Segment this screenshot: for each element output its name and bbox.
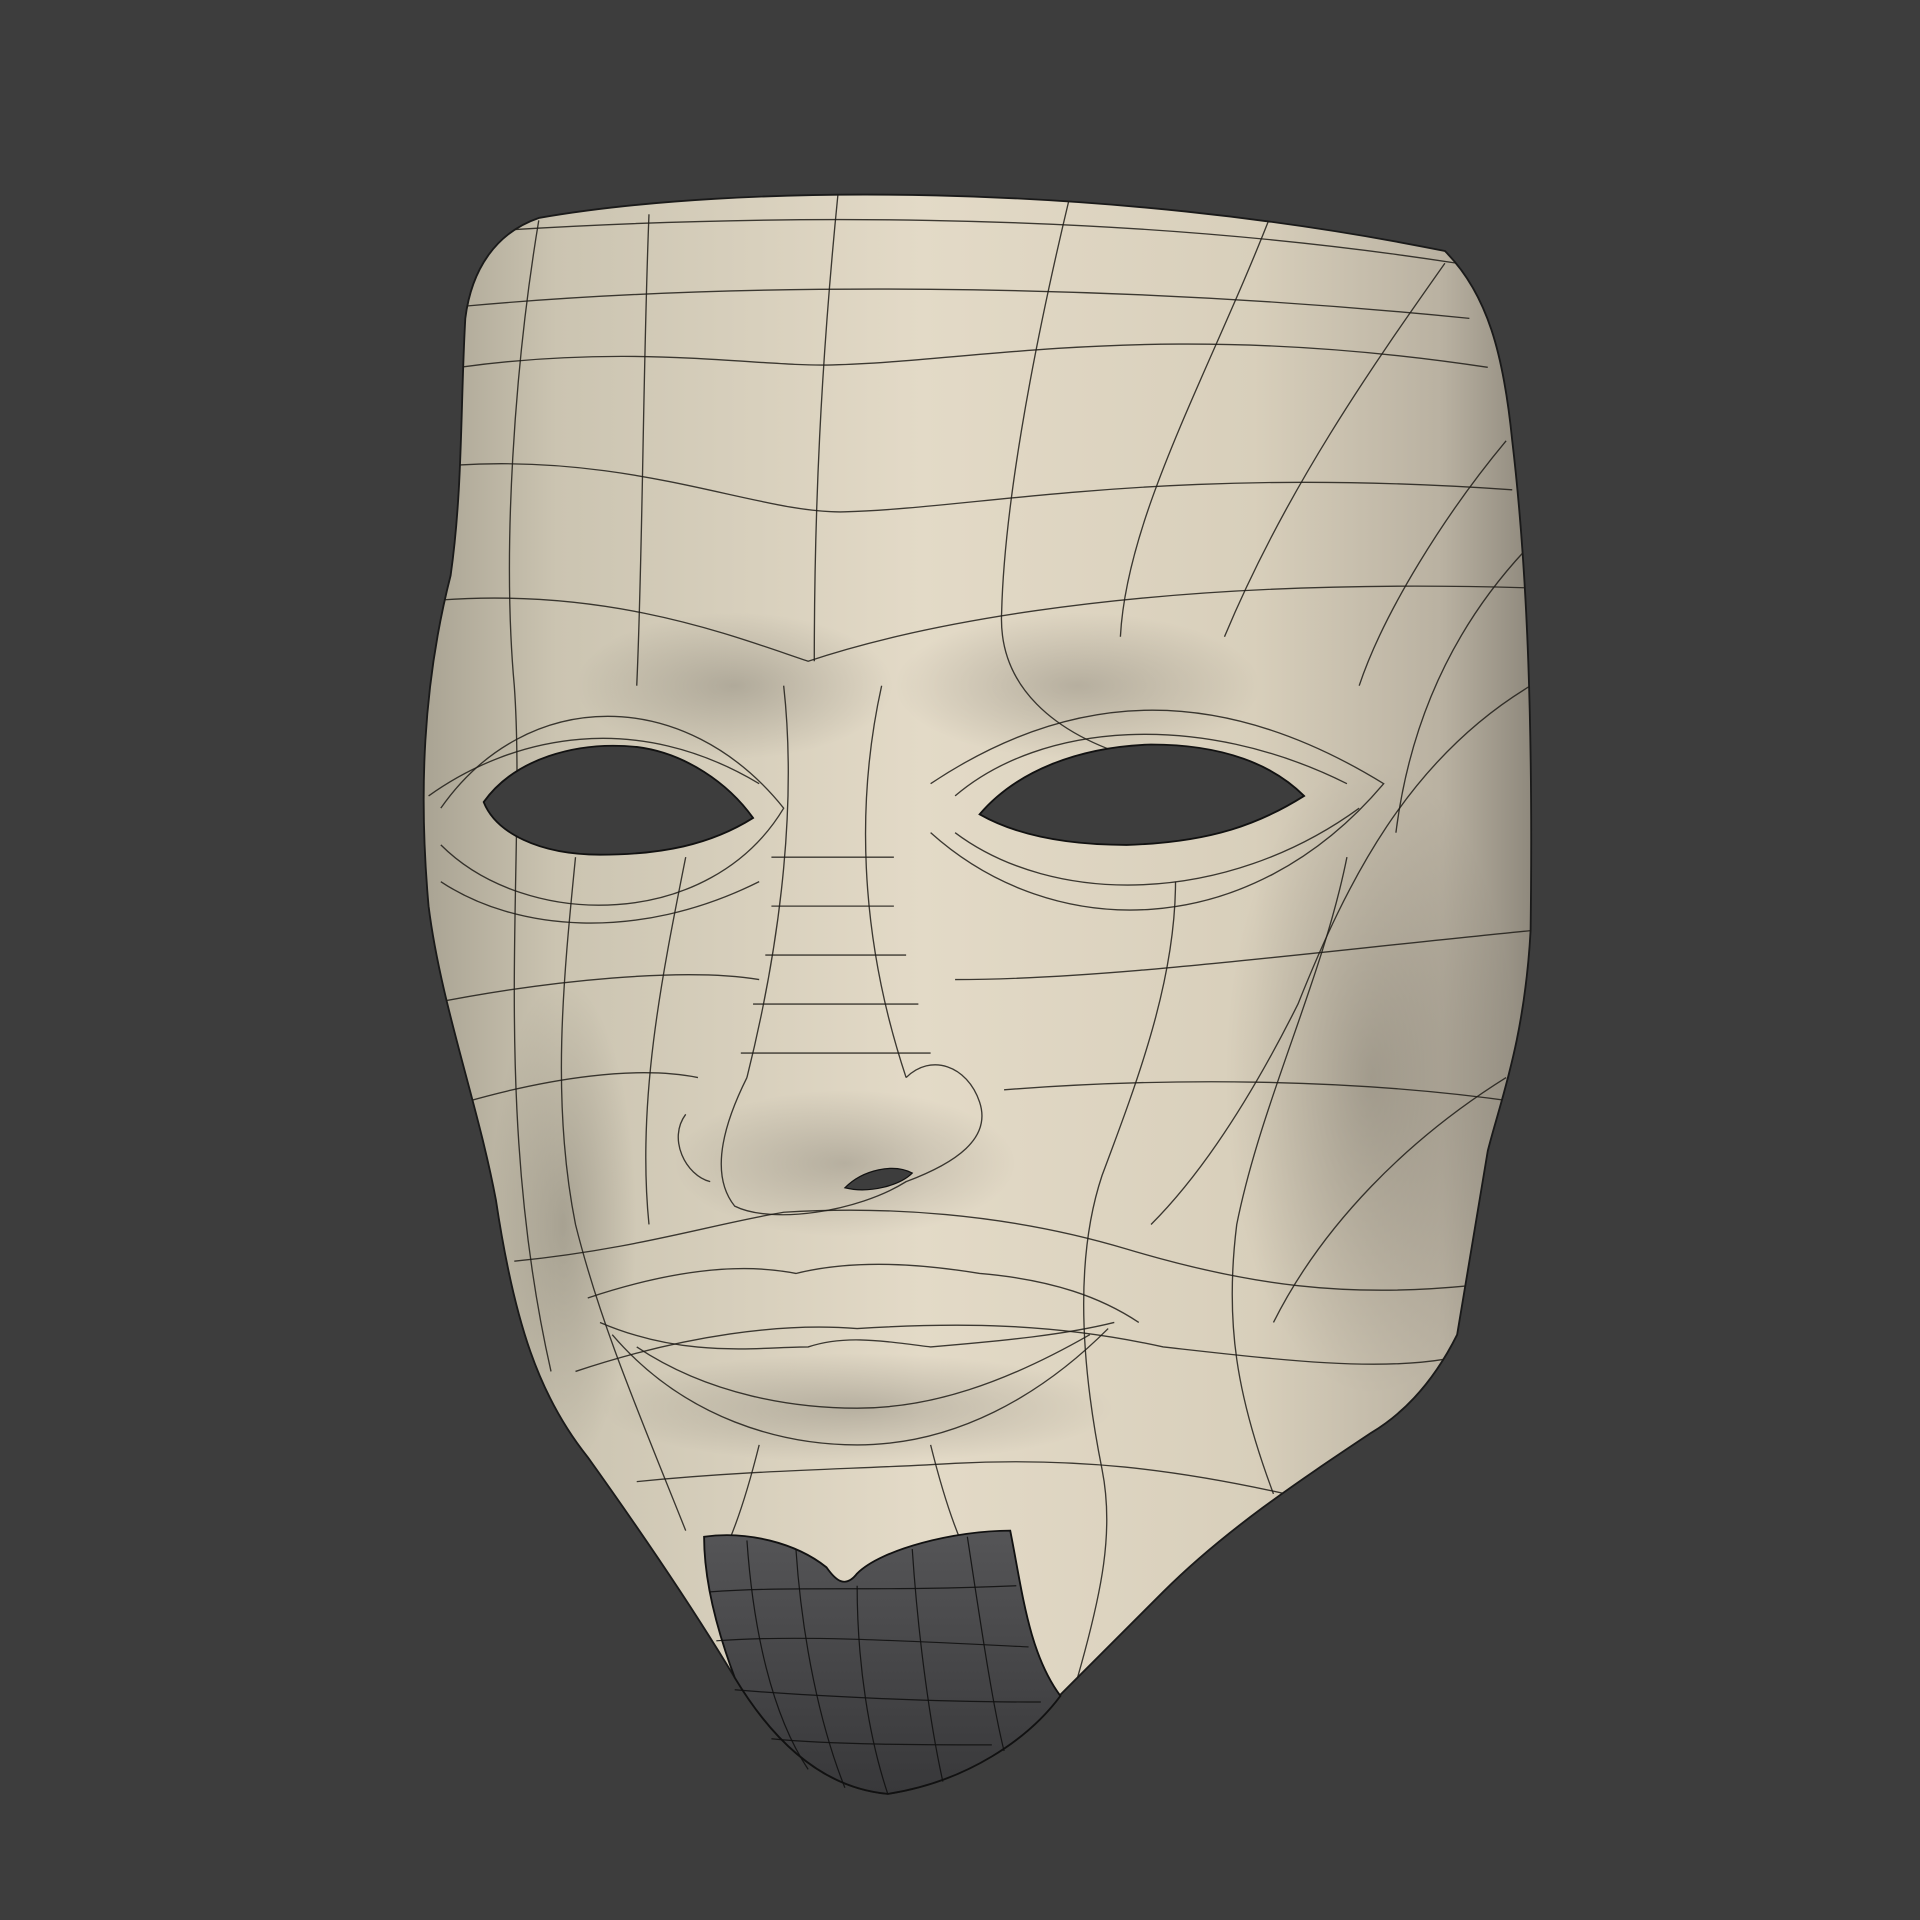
viewport-render: [0, 0, 1920, 1920]
